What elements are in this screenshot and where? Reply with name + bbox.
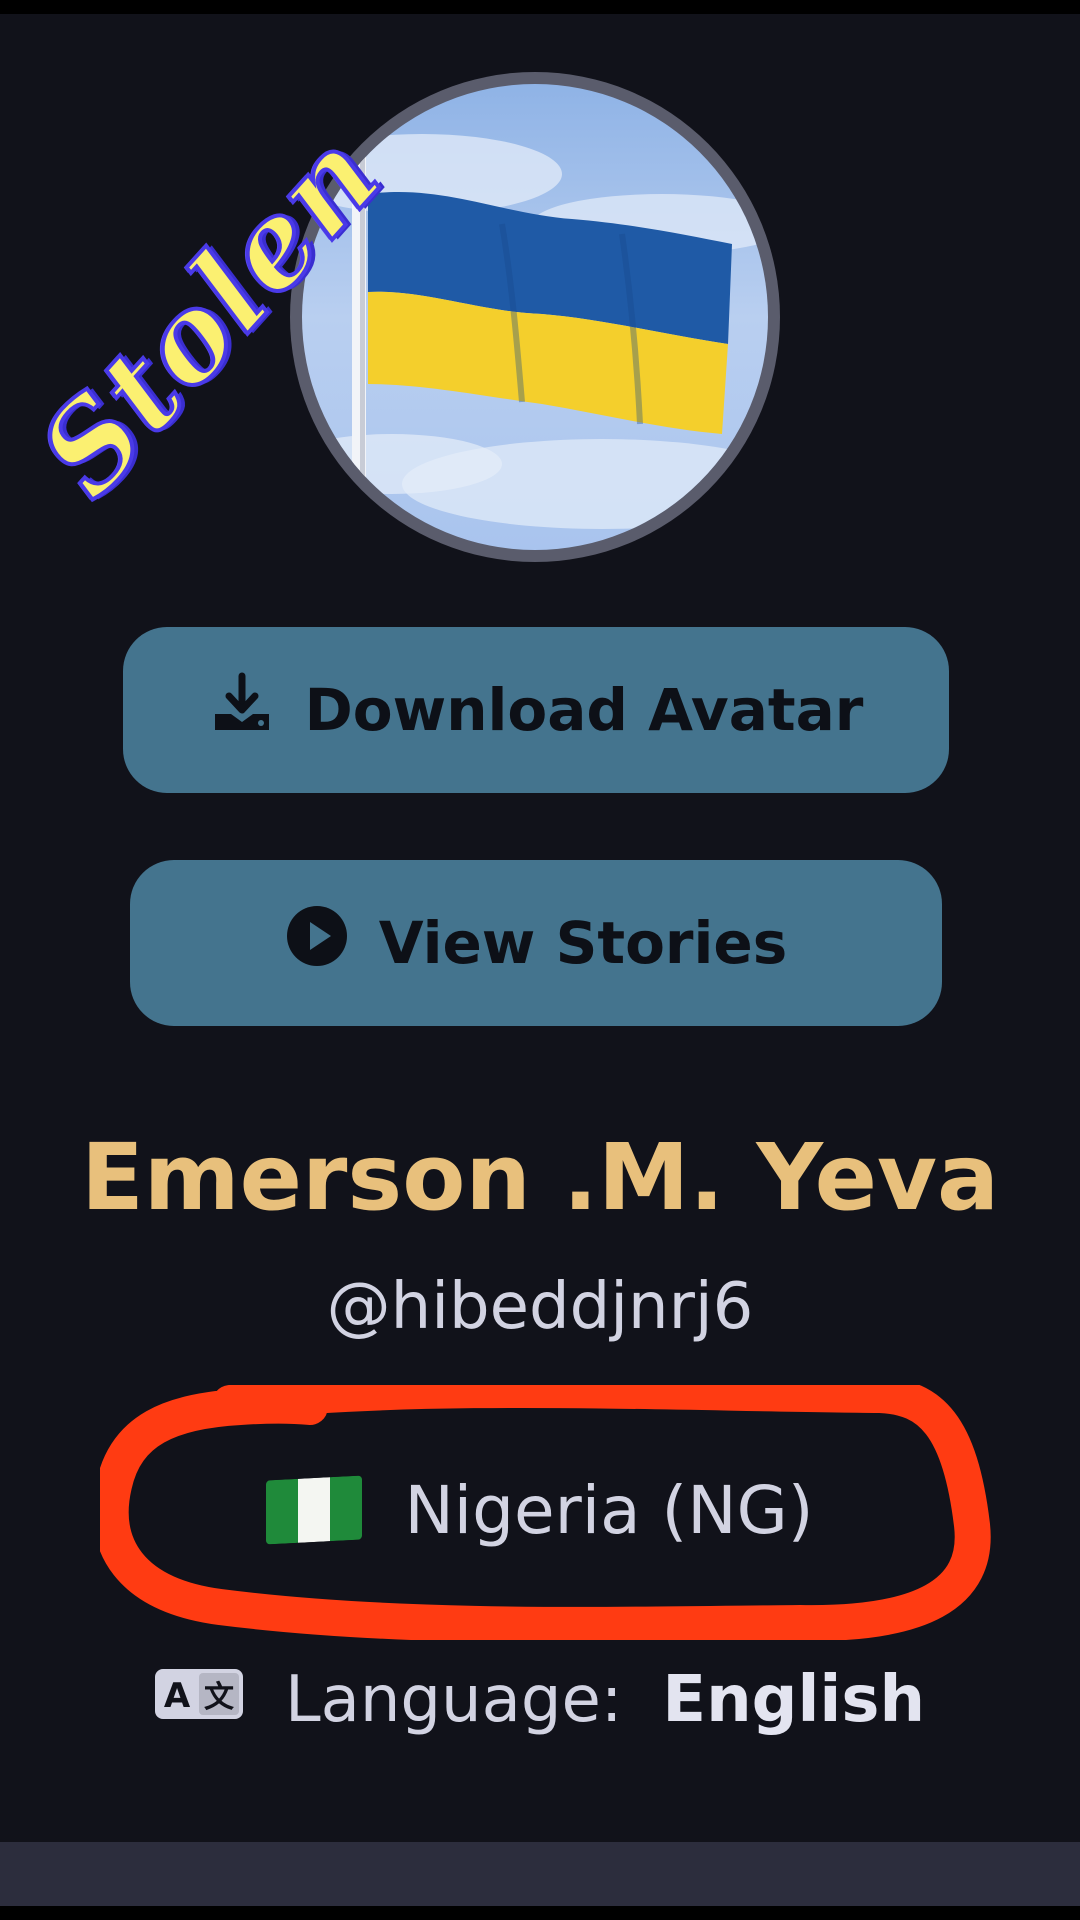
translate-icon: A 文 [154,1663,243,1737]
view-stories-button[interactable]: View Stories [130,860,942,1026]
svg-text:A: A [164,1676,191,1716]
download-avatar-label: Download Avatar [304,676,864,744]
avatar[interactable] [290,72,780,562]
nigeria-flag-icon [266,1475,363,1545]
profile-handle: @hibeddjnrj6 [326,1270,754,1344]
top-edge [0,0,1080,14]
download-avatar-button[interactable]: Download Avatar [123,627,949,793]
ukraine-flag-avatar-icon [302,84,768,550]
country-label: Nigeria (NG) [404,1471,814,1549]
play-circle-icon [285,904,349,982]
download-icon [209,670,275,750]
language-value: English [662,1663,926,1737]
bottom-edge [0,1906,1080,1920]
language-label: Language: [284,1663,623,1737]
profile-screen: Stolen Download Avatar View Stories Emer… [0,0,1080,1920]
view-stories-label: View Stories [378,909,788,977]
country-row: Nigeria (NG) [0,1460,1080,1560]
bottom-bar [0,1842,1080,1906]
profile-name: Emerson .M. Yeva [80,1124,1000,1231]
language-row: A 文 Language: English [0,1650,1080,1750]
svg-text:文: 文 [204,1680,234,1715]
